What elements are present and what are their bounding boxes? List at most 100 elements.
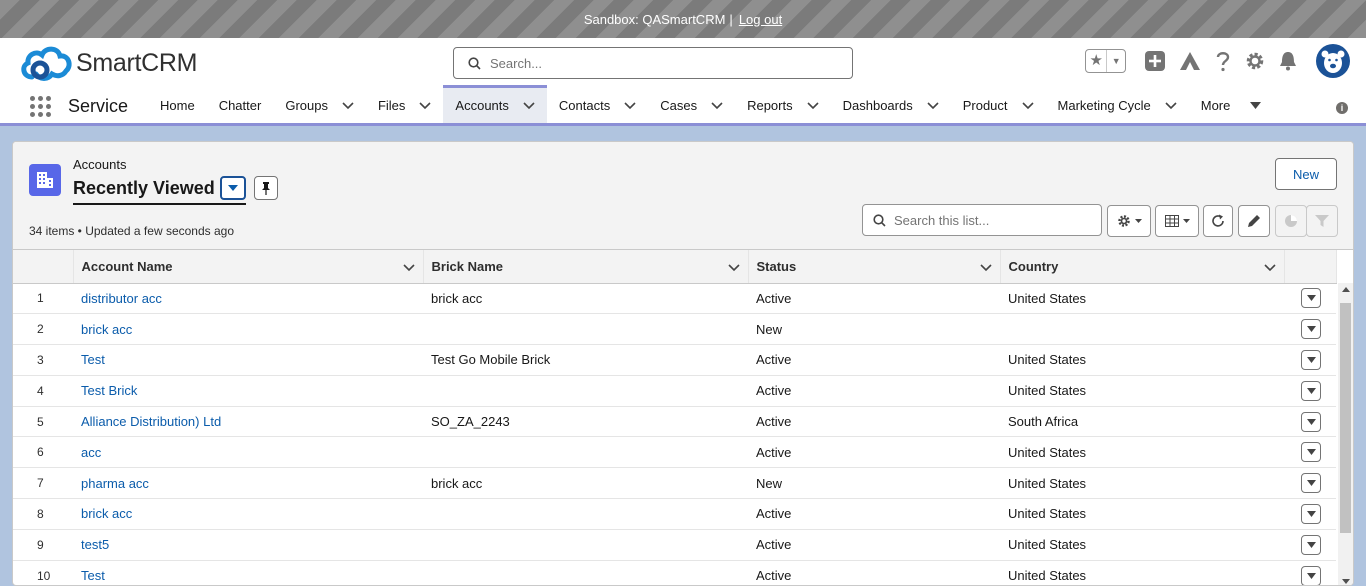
column-header-account-name[interactable]: Account Name <box>73 250 424 284</box>
edit-list-button[interactable] <box>1238 205 1270 237</box>
row-actions-button[interactable] <box>1301 380 1321 401</box>
refresh-button[interactable] <box>1203 205 1233 237</box>
row-actions-button[interactable] <box>1301 565 1321 585</box>
chevron-down-icon[interactable] <box>523 101 535 110</box>
brick-name-cell: Test Go Mobile Brick <box>423 344 748 376</box>
table-header-row: Account Name Brick Name Status Country <box>13 250 1337 284</box>
account-name-link[interactable]: Test <box>81 352 105 367</box>
brick-name-cell <box>423 498 748 530</box>
tab-label: Dashboards <box>842 98 913 113</box>
sandbox-label: Sandbox: QASmartCRM <box>583 11 726 27</box>
tab-cases[interactable]: Cases <box>648 88 735 123</box>
status-cell: Active <box>748 436 1000 469</box>
gear-icon[interactable] <box>1245 51 1265 71</box>
chevron-down-icon[interactable] <box>342 101 354 110</box>
tab-more[interactable]: More <box>1189 88 1274 123</box>
table-scrollbar[interactable] <box>1338 283 1353 585</box>
account-name-link[interactable]: brick acc <box>81 506 132 521</box>
tab-accounts[interactable]: Accounts <box>443 85 547 123</box>
tab-label: More <box>1200 98 1231 113</box>
list-search-input[interactable]: Search this list... <box>862 204 1102 236</box>
user-avatar[interactable] <box>1316 44 1350 78</box>
chevron-down-icon[interactable] <box>1263 260 1276 275</box>
list-view-title[interactable]: Recently Viewed <box>73 175 246 205</box>
tab-label: Product <box>962 98 1008 113</box>
chevron-down-icon[interactable] <box>1250 102 1262 109</box>
account-name-link[interactable]: distributor acc <box>81 291 162 306</box>
tab-contacts[interactable]: Contacts <box>547 88 648 123</box>
tab-reports[interactable]: Reports <box>735 88 831 123</box>
star-icon: ★ <box>1086 50 1108 72</box>
logout-link[interactable]: Log out <box>739 12 782 27</box>
account-name-cell: Alliance Distribution) Ltd <box>73 406 423 438</box>
column-header-brick-name[interactable]: Brick Name <box>423 250 749 284</box>
scrollbar-thumb[interactable] <box>1340 303 1351 533</box>
tab-product[interactable]: Product <box>951 88 1046 123</box>
account-name-link[interactable]: test5 <box>81 537 109 552</box>
brand-logo[interactable]: SmartCRM <box>18 44 198 82</box>
notifications-bell-icon[interactable] <box>1279 51 1297 71</box>
country-cell: United States <box>1000 436 1284 469</box>
scroll-down-arrow-icon[interactable] <box>1342 579 1350 584</box>
help-icon[interactable] <box>1215 50 1231 72</box>
account-name-link[interactable]: Alliance Distribution) Ltd <box>81 414 221 429</box>
row-number: 4 <box>13 375 73 407</box>
filter-button[interactable] <box>1306 205 1338 237</box>
chevron-down-icon <box>1306 449 1316 456</box>
row-actions-button[interactable] <box>1301 288 1321 309</box>
chevron-down-icon <box>1134 219 1142 223</box>
row-number: 7 <box>13 467 73 500</box>
app-name: Service <box>68 96 129 116</box>
favorites-button[interactable]: ★ ▼ <box>1085 49 1126 73</box>
chevron-down-icon[interactable] <box>402 260 415 275</box>
chevron-down-icon[interactable]: ▼ <box>1107 56 1125 66</box>
row-actions-button[interactable] <box>1301 503 1321 524</box>
country-cell: United States <box>1000 344 1284 376</box>
chevron-down-icon[interactable] <box>1021 101 1034 110</box>
tab-groups[interactable]: Groups <box>273 88 366 123</box>
tab-home[interactable]: Home <box>148 88 207 123</box>
chevron-down-icon[interactable] <box>927 101 939 110</box>
chevron-down-icon[interactable] <box>727 260 740 275</box>
tab-label: Accounts <box>455 98 509 113</box>
info-icon[interactable]: i <box>1336 102 1348 114</box>
table-row: 8 brick acc Active United States <box>13 498 1336 530</box>
row-actions-button[interactable] <box>1301 534 1321 555</box>
chevron-down-icon[interactable] <box>979 260 992 275</box>
account-name-link[interactable]: acc <box>81 445 101 460</box>
app-launcher-icon[interactable] <box>30 96 51 117</box>
country-cell <box>1000 313 1284 346</box>
chevron-down-icon[interactable] <box>807 101 819 110</box>
column-header-status[interactable]: Status <box>748 250 1001 284</box>
scroll-up-arrow-icon[interactable] <box>1342 287 1350 292</box>
charts-button[interactable] <box>1275 205 1307 237</box>
tab-dashboards[interactable]: Dashboards <box>831 88 951 123</box>
row-actions-button[interactable] <box>1301 411 1321 432</box>
chevron-down-icon[interactable] <box>419 101 431 110</box>
row-actions-button[interactable] <box>1301 473 1321 494</box>
chevron-down-icon[interactable] <box>711 101 723 110</box>
row-actions-cell <box>1284 467 1336 500</box>
column-header-country[interactable]: Country <box>1000 250 1285 284</box>
tab-marketing-cycle[interactable]: Marketing Cycle <box>1046 88 1189 123</box>
chevron-down-icon[interactable] <box>1165 101 1177 110</box>
pin-list-button[interactable] <box>254 176 278 200</box>
row-number: 3 <box>13 344 73 376</box>
list-settings-button[interactable] <box>1107 205 1151 237</box>
account-name-link[interactable]: brick acc <box>81 322 132 337</box>
tab-files[interactable]: Files <box>366 88 443 123</box>
account-name-link[interactable]: pharma acc <box>81 476 149 491</box>
global-search-input[interactable]: Search... <box>453 47 853 79</box>
trailhead-icon[interactable] <box>1179 51 1201 71</box>
global-actions-add-icon[interactable] <box>1145 51 1165 71</box>
list-view-picker-button[interactable] <box>219 176 246 200</box>
row-actions-button[interactable] <box>1301 319 1321 340</box>
row-actions-cell <box>1284 344 1336 376</box>
row-actions-button[interactable] <box>1301 442 1321 463</box>
tab-chatter[interactable]: Chatter <box>207 88 274 123</box>
display-as-table-button[interactable] <box>1155 205 1199 237</box>
account-name-link[interactable]: Test Brick <box>81 383 137 398</box>
chevron-down-icon[interactable] <box>624 101 636 110</box>
new-account-button[interactable]: New <box>1275 158 1337 190</box>
row-actions-button[interactable] <box>1301 349 1321 370</box>
